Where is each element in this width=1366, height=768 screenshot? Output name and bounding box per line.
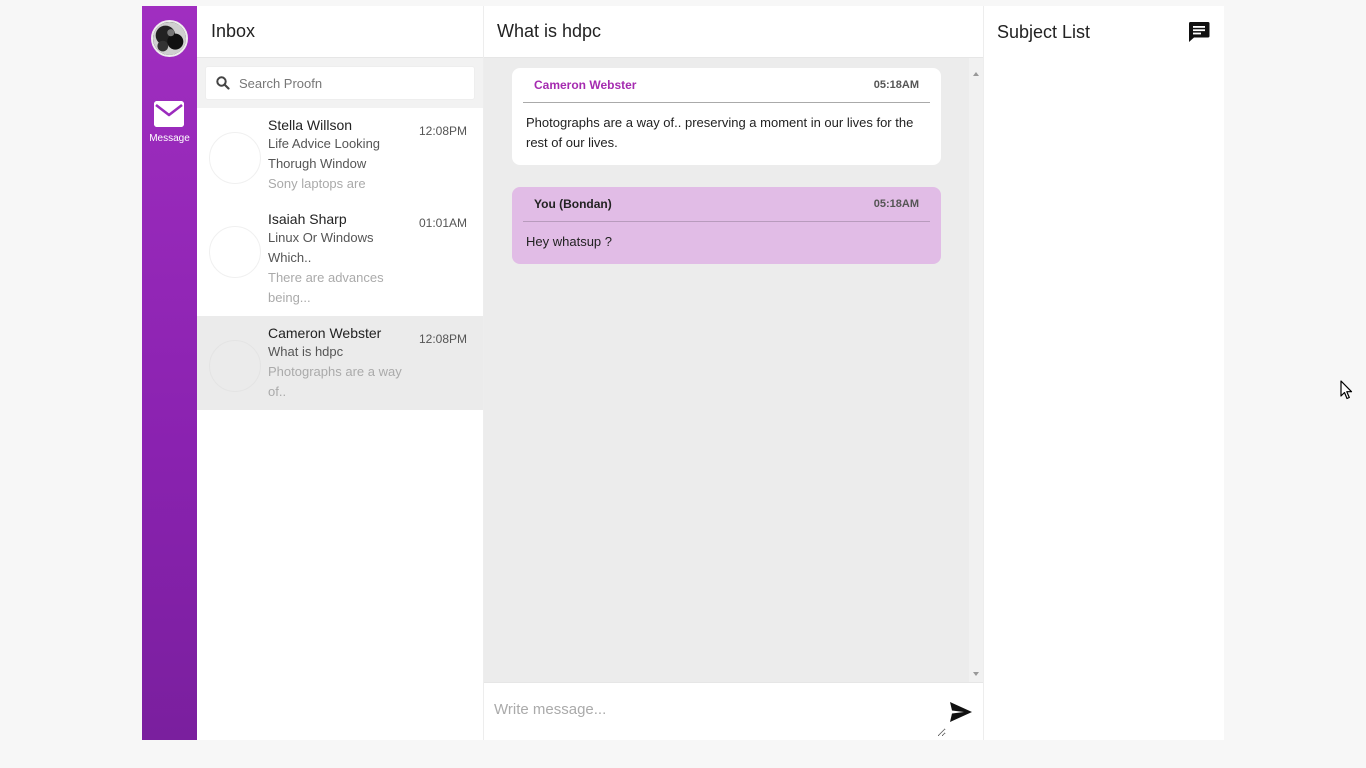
contact-avatar <box>209 226 261 278</box>
subject-list-panel: Subject List <box>984 6 1224 740</box>
message-text: Photographs are a way of.. preserving a … <box>526 115 914 150</box>
message-time: 05:18AM <box>873 198 919 210</box>
conversation-preview: There are advances being... <box>268 270 384 305</box>
conversation-preview: Sony laptops are <box>268 176 366 191</box>
contact-name: Isaiah Sharp <box>268 211 347 227</box>
nav-message[interactable]: Message <box>149 101 190 144</box>
conversation-time: 12:08PM <box>418 124 467 138</box>
message-header: You (Bondan) 05:18AM <box>523 187 930 222</box>
nav-message-label: Message <box>149 133 190 144</box>
message-text: Hey whatsup ? <box>526 234 612 249</box>
conversation-preview: Photographs are a way of.. <box>268 364 402 399</box>
new-chat-icon[interactable] <box>1188 21 1210 43</box>
message-header: Cameron Webster 05:18AM <box>523 68 930 103</box>
contact-avatar <box>209 340 261 392</box>
contact-avatar <box>209 132 261 184</box>
message-time: 05:18AM <box>873 79 919 91</box>
conversation-subject: Life Advice Looking Thorugh Window <box>268 136 381 171</box>
chat-scrollbar[interactable] <box>969 58 983 682</box>
message-composer <box>484 682 983 740</box>
scroll-down-arrow-icon[interactable] <box>973 672 979 676</box>
subject-list-title: Subject List <box>997 21 1091 42</box>
search-box <box>205 66 475 100</box>
search-icon <box>216 76 230 90</box>
inbox-title: Inbox <box>197 6 483 58</box>
contact-name: Cameron Webster <box>268 325 382 341</box>
message-sender: Cameron Webster <box>534 78 637 92</box>
conversation-subject: What is hdpc <box>268 344 344 359</box>
chat-panel: What is hdpc Cameron Webster 05:18AM Pho… <box>484 6 984 740</box>
messaging-app: Message Inbox Stella Willson Life Advice… <box>142 6 1224 740</box>
search-bar <box>197 58 483 108</box>
mouse-cursor-icon <box>1340 380 1353 400</box>
inbox-panel: Inbox Stella Willson Life Advice Looking… <box>197 6 484 740</box>
message-sender: You (Bondan) <box>534 197 612 211</box>
message-bubble-incoming: Cameron Webster 05:18AM Photographs are … <box>512 68 941 165</box>
conversation-item[interactable]: Isaiah Sharp Linux Or Windows Which.. Th… <box>197 202 483 316</box>
mail-icon <box>154 101 185 127</box>
conversation-subject: Linux Or Windows Which.. <box>268 230 374 265</box>
conversation-item-active[interactable]: Cameron Webster What is hdpc Photographs… <box>197 316 483 410</box>
conversation-time: 01:01AM <box>418 216 467 230</box>
conversation-item[interactable]: Stella Willson Life Advice Looking Thoru… <box>197 108 483 202</box>
conversation-time: 12:08PM <box>418 332 467 346</box>
send-icon[interactable] <box>949 701 973 723</box>
scroll-up-arrow-icon[interactable] <box>973 72 979 76</box>
chat-title: What is hdpc <box>484 6 983 58</box>
contact-name: Stella Willson <box>268 117 353 133</box>
search-input[interactable] <box>239 75 459 91</box>
subject-list-header: Subject List <box>984 6 1224 58</box>
left-rail: Message <box>142 6 197 740</box>
message-input[interactable] <box>484 683 946 737</box>
message-bubble-outgoing: You (Bondan) 05:18AM Hey whatsup ? <box>512 187 941 264</box>
message-thread[interactable]: Cameron Webster 05:18AM Photographs are … <box>484 58 983 682</box>
user-avatar[interactable] <box>151 20 188 57</box>
